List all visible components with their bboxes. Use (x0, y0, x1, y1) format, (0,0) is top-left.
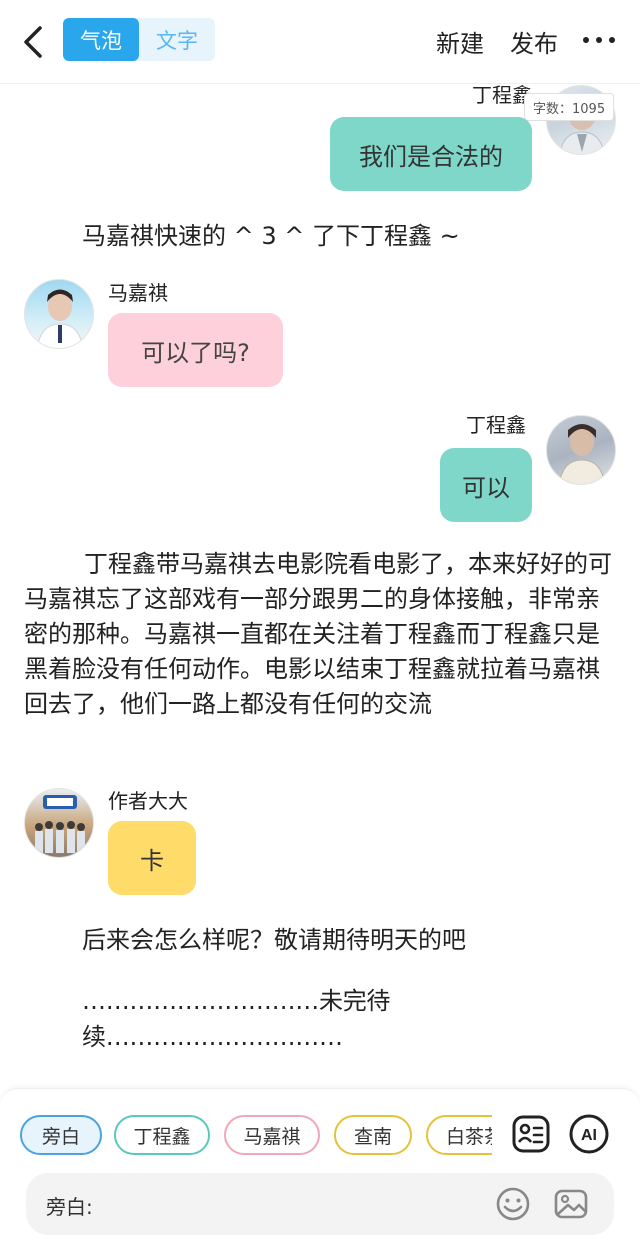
character-chip-narrator[interactable]: 旁白 (20, 1115, 102, 1155)
top-bar: 气泡 文字 新建 发布 (0, 0, 640, 84)
input-bar: 旁白: (26, 1173, 614, 1235)
character-chip-baicha[interactable]: 白茶茶 (426, 1115, 492, 1155)
chevron-left-icon (24, 26, 42, 58)
chat-bubble[interactable]: 卡 (108, 821, 196, 895)
speaker-name: 丁程鑫 (466, 413, 526, 437)
chat-bubble[interactable]: 可以 (440, 448, 532, 522)
speaker-name: 作者大大 (108, 789, 188, 813)
chat-bubble[interactable]: 可以了吗? (108, 313, 283, 387)
more-dots-icon[interactable] (583, 28, 615, 52)
narration-text[interactable]: 马嘉祺快速的 ^ 3 ^ 了下丁程鑫 ~ (82, 218, 460, 254)
character-chip-ma[interactable]: 马嘉祺 (224, 1115, 320, 1155)
narration-paragraph[interactable]: 丁程鑫带马嘉祺去电影院看电影了，本来好好的可马嘉祺忘了这部戏有一部分跟男二的身体… (24, 547, 616, 722)
avatar[interactable] (24, 279, 94, 349)
emoji-icon[interactable] (494, 1185, 532, 1223)
character-chip-ding[interactable]: 丁程鑫 (114, 1115, 210, 1155)
speaker-name: 丁程鑫 (472, 85, 532, 107)
narration-text[interactable]: 后来会怎么样呢？敬请期待明天的吧 (82, 922, 466, 958)
svg-text:AI: AI (581, 1127, 597, 1144)
narration-text[interactable]: …………………………未完待续………………………… (82, 983, 640, 1055)
back-button[interactable] (18, 22, 48, 62)
avatar[interactable] (546, 415, 616, 485)
story-content[interactable]: 丁程鑫 字数：1095 我们是合法的 马嘉祺快速的 ^ 3 ^ 了下丁程鑫 ~ … (0, 85, 640, 1088)
tab-text[interactable]: 文字 (139, 18, 215, 61)
speaker-name: 马嘉祺 (108, 281, 168, 305)
publish-button[interactable]: 发布 (510, 24, 558, 59)
character-chip-zha[interactable]: 查南 (334, 1115, 412, 1155)
message-input[interactable] (108, 1185, 488, 1223)
new-button[interactable]: 新建 (436, 24, 484, 59)
image-icon[interactable] (552, 1185, 590, 1223)
avatar[interactable] (24, 788, 94, 858)
ai-icon[interactable]: AI (568, 1113, 610, 1155)
input-speaker-label: 旁白: (46, 1195, 93, 1219)
tab-bubble[interactable]: 气泡 (63, 18, 139, 61)
chat-bubble[interactable]: 我们是合法的 (330, 117, 532, 191)
character-card-icon[interactable] (510, 1113, 552, 1155)
avatar-image (36, 289, 84, 348)
character-selector: 旁白 丁程鑫 马嘉祺 查南 白茶茶 (20, 1115, 492, 1157)
avatar-image (35, 795, 85, 853)
avatar-image (558, 424, 606, 484)
mode-switch: 气泡 文字 (63, 18, 215, 61)
word-count-badge: 字数：1095 (524, 93, 615, 121)
editor-panel: 旁白 丁程鑫 马嘉祺 查南 白茶茶 AI 旁白: (0, 1088, 640, 1252)
